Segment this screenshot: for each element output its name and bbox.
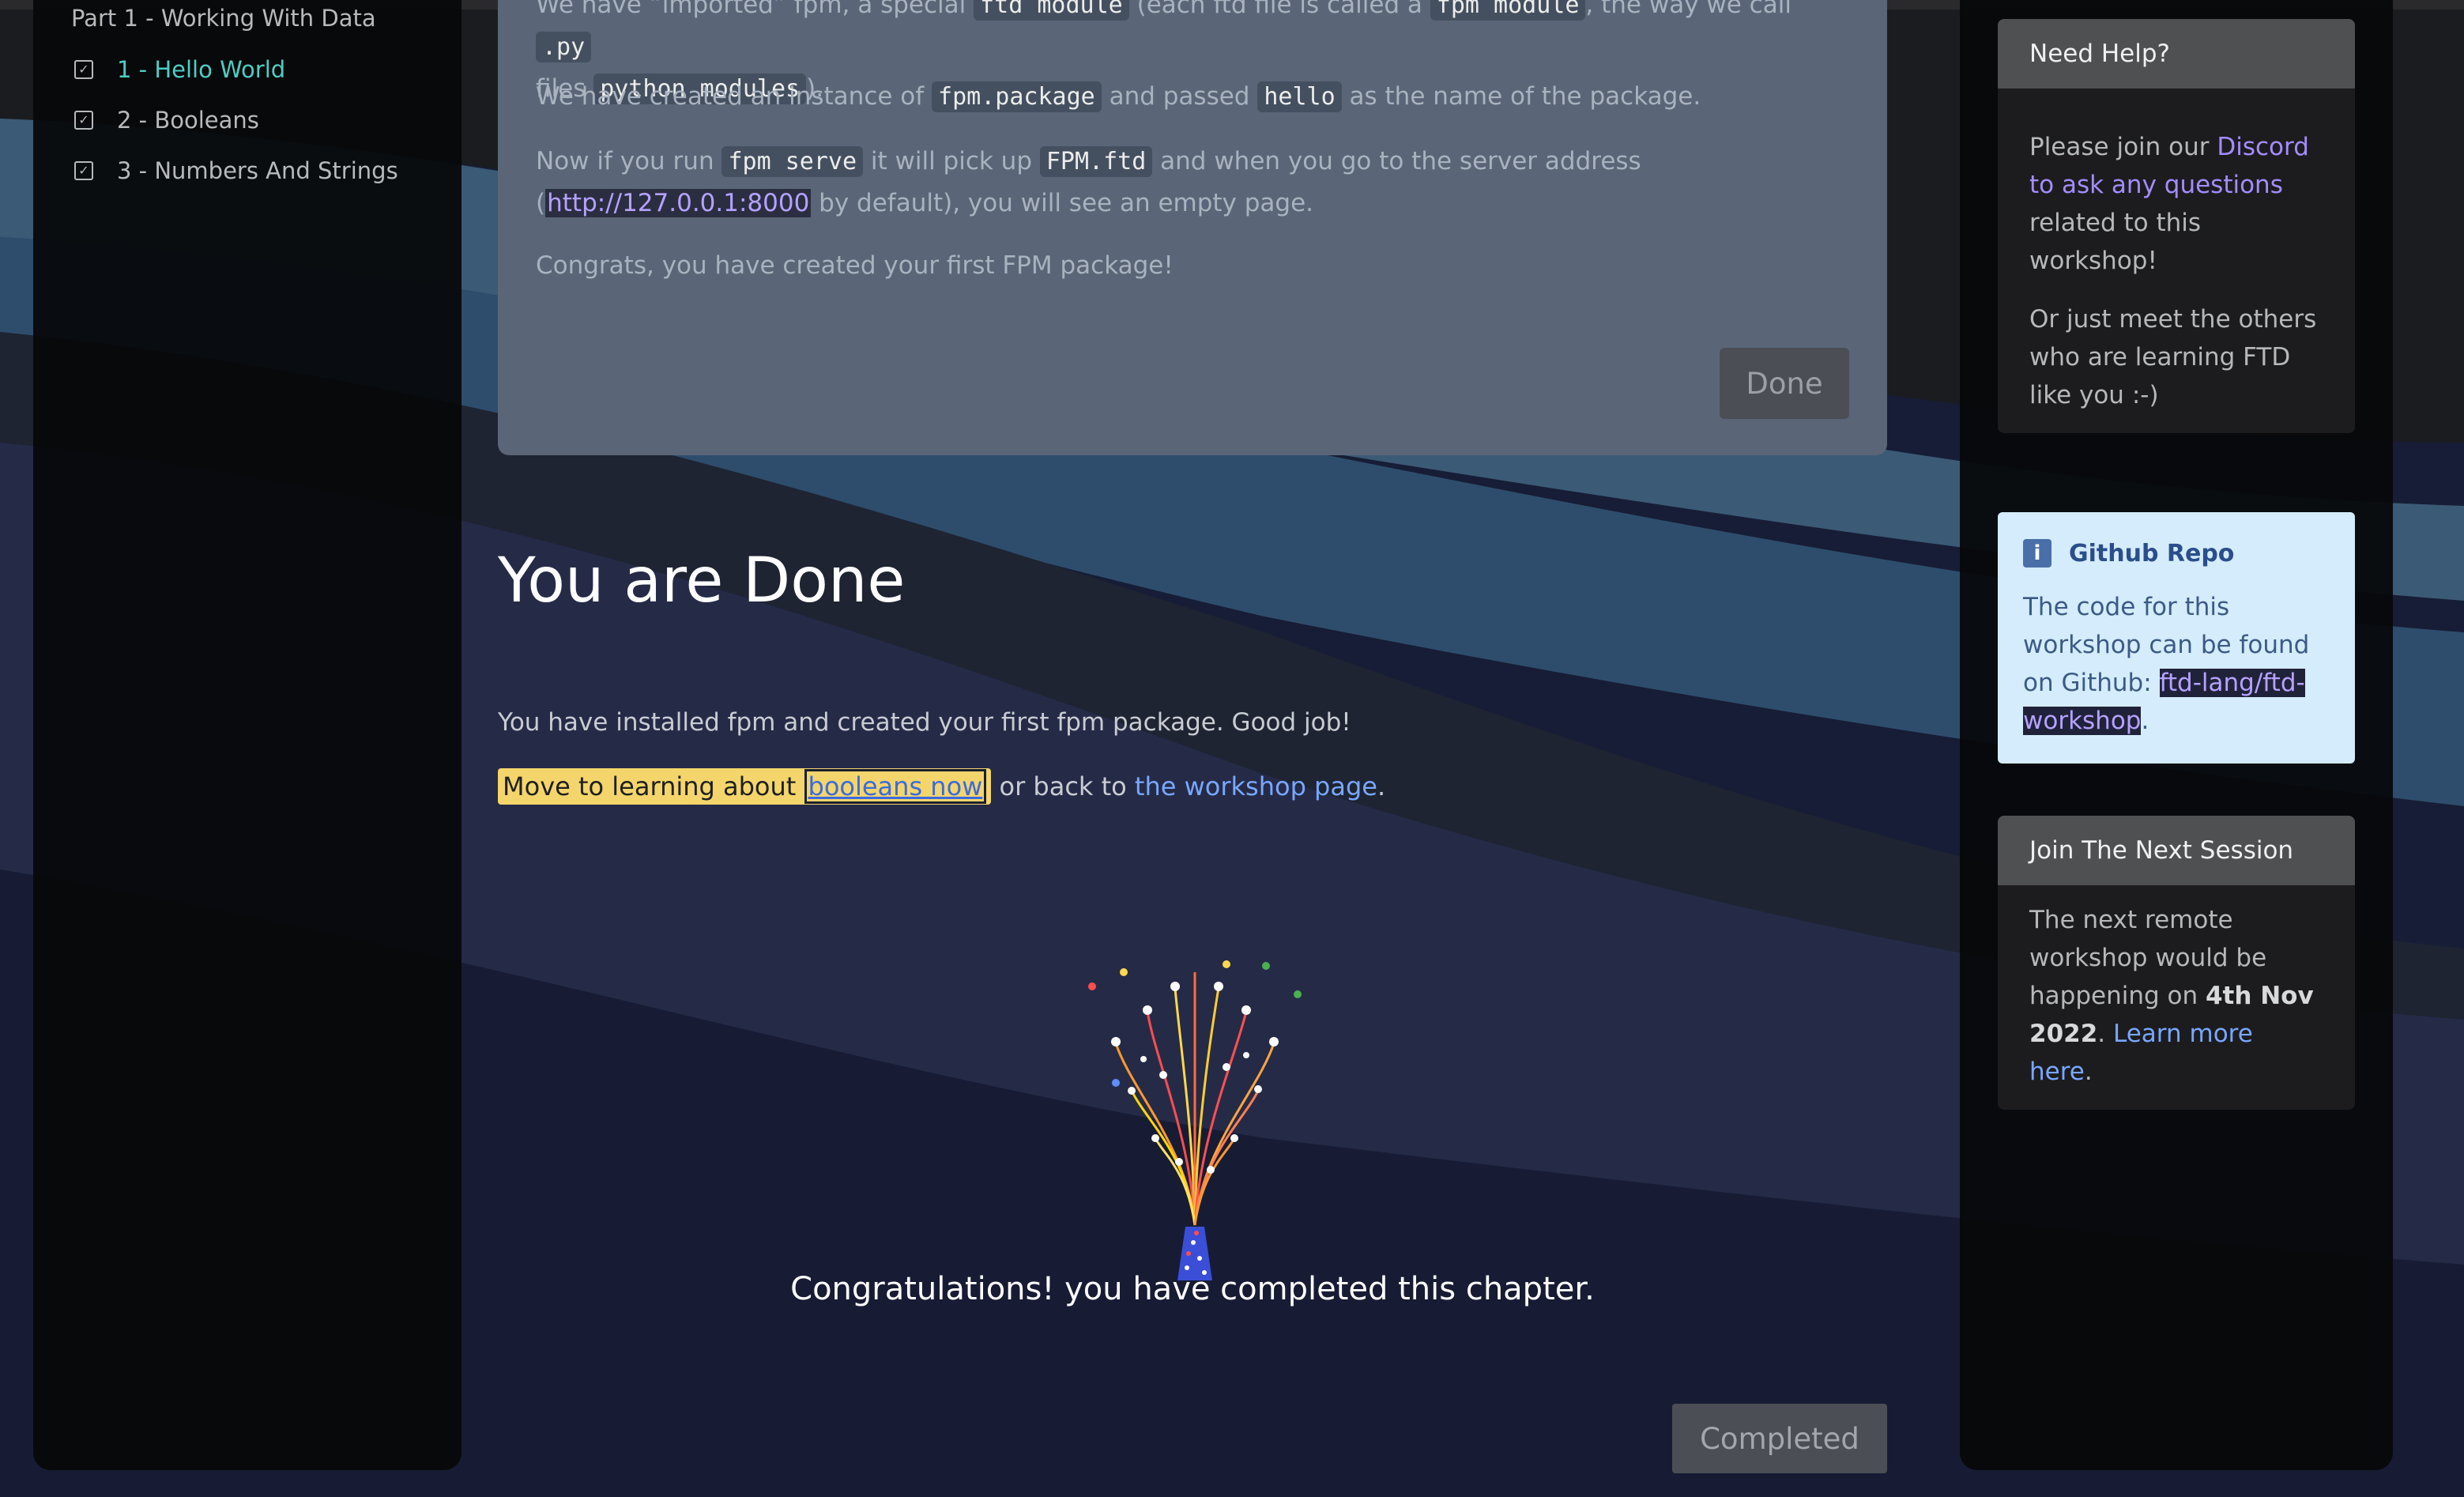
github-repo-title: i Github Repo bbox=[2023, 539, 2234, 568]
done-button[interactable]: Done bbox=[1720, 348, 1849, 419]
code-snippet: fpm module bbox=[1430, 0, 1586, 21]
sidebar-item-label: 2 - Booleans bbox=[117, 107, 259, 134]
completed-button[interactable]: Completed bbox=[1672, 1404, 1887, 1473]
checkbox-checked-icon: ✓ bbox=[74, 161, 93, 180]
code-snippet: ftd module bbox=[974, 0, 1129, 21]
help-box-title: Need Help? bbox=[1998, 19, 2355, 89]
code-snippet: fpm.package bbox=[932, 81, 1102, 112]
page-heading: You are Done bbox=[498, 545, 906, 617]
sidebar-item-hello-world[interactable]: ✓ 1 - Hello World bbox=[74, 52, 285, 87]
done-text: You have installed fpm and created your … bbox=[498, 708, 1351, 737]
github-repo-text: The code for this workshop can be found … bbox=[2023, 593, 2310, 735]
right-sidebar: Need Help? Please join our Discord to as… bbox=[1960, 0, 2393, 1470]
github-repo-box: i Github Repo The code for this workshop … bbox=[1998, 512, 2355, 764]
help-box: Need Help? Please join our Discord to as… bbox=[1998, 19, 2355, 433]
code-snippet: hello bbox=[1257, 81, 1342, 112]
congrats-message: Congratulations! you have completed this… bbox=[790, 1271, 1595, 1307]
sidebar-item-numbers-and-strings[interactable]: ✓ 3 - Numbers And Strings bbox=[74, 153, 398, 188]
sidebar-item-label: 3 - Numbers And Strings bbox=[117, 157, 398, 184]
server-address-link[interactable]: http://127.0.0.1:8000 bbox=[545, 189, 812, 217]
lesson-paragraph: Congrats, you have created your first FP… bbox=[536, 251, 1174, 280]
next-session-body: The next remote workshop would be happen… bbox=[1998, 885, 2355, 1110]
help-box-body: Please join our Discord to ask any quest… bbox=[1998, 89, 2355, 433]
code-snippet: FPM.ftd bbox=[1039, 146, 1153, 177]
info-icon: i bbox=[2023, 539, 2051, 568]
highlighted-next-step: Move to learning about booleans now bbox=[498, 768, 992, 805]
party-popper-icon bbox=[1088, 960, 1302, 1280]
lesson-card: We have “imported” fpm, a special ftd mo… bbox=[498, 0, 1887, 455]
sidebar-item-label: 1 - Hello World bbox=[117, 56, 286, 83]
sidebar-part-title: Part 1 - Working With Data bbox=[71, 5, 376, 32]
sidebar-item-booleans[interactable]: ✓ 2 - Booleans bbox=[74, 103, 259, 138]
lesson-paragraph: We have created an instance of fpm.packa… bbox=[536, 81, 1701, 112]
help-text: Or just meet the others who are learning… bbox=[2029, 305, 2317, 409]
booleans-link[interactable]: booleans now bbox=[804, 769, 987, 804]
left-sidebar: Part 1 - Working With Data ✓ 1 - Hello W… bbox=[33, 0, 462, 1470]
lesson-paragraph: Now if you run fpm serve it will pick up… bbox=[536, 146, 1641, 217]
code-snippet: fpm serve bbox=[721, 146, 864, 177]
workshop-page-link[interactable]: the workshop page bbox=[1135, 771, 1377, 801]
next-session-box: Join The Next Session The next remote wo… bbox=[1998, 816, 2355, 1110]
next-session-title: Join The Next Session bbox=[1998, 816, 2355, 885]
checkbox-checked-icon: ✓ bbox=[74, 60, 93, 79]
code-snippet: .py bbox=[536, 32, 592, 62]
checkbox-checked-icon: ✓ bbox=[74, 111, 93, 130]
next-step-line: Move to learning about booleans now or b… bbox=[498, 768, 1385, 805]
